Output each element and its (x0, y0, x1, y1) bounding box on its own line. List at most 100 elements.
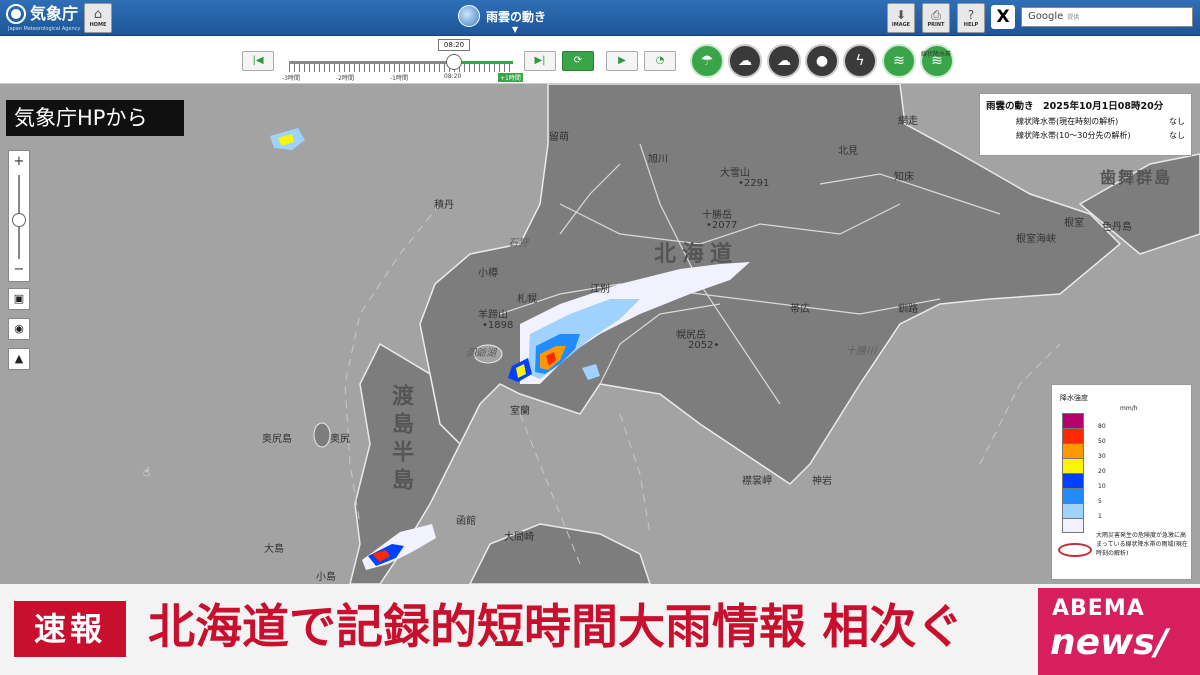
logo-text: 気象庁 (30, 4, 79, 23)
linear-band-label: 線状降水帯 (921, 51, 952, 58)
label-daisetsuzan-elev: •2291 (738, 178, 770, 189)
page-title-menu[interactable]: 雨雲の動き ▼ (458, 5, 547, 34)
legend-scale (1062, 413, 1084, 533)
label-ishikari: 石狩 (508, 238, 528, 249)
legend-value: 5 (1098, 498, 1102, 505)
home-icon: ⌂ (93, 7, 103, 22)
zoom-slider-handle[interactable] (12, 213, 26, 227)
legend-title: 降水強度 (1060, 394, 1088, 402)
legend-swatch (1062, 413, 1084, 428)
jma-logo[interactable]: 気象庁 (6, 4, 78, 24)
headline-text: 北海道で記録的短時間大雨情報 相次ぐ (148, 600, 964, 655)
weather-map[interactable]: 北海道 渡島半島 留萌 旭川 網走 北見 大雪山 •2291 十勝岳 •2077… (0, 84, 1200, 584)
site-header: 気象庁 Japan Meteorological Agency ⌂ HOME 雨… (0, 0, 1200, 36)
thunder-cloud-layer-button[interactable]: ☁ (728, 44, 762, 78)
breaking-badge: 速報 (14, 601, 126, 657)
map-style-button[interactable]: ▣ (8, 288, 30, 310)
map-canvas (270, 84, 1200, 584)
image-download-button[interactable]: ⬇ IMAGE (887, 3, 915, 33)
status-info-panel: 雨雲の動き 2025年10月1日08時20分 線状降水帯(現在時刻の解析) なし… (979, 93, 1192, 156)
label-horoshiridake-elev: 2052• (688, 340, 720, 351)
label-toyako: 洞爺湖 (466, 348, 496, 359)
time-slider-ticks (289, 64, 513, 72)
snow-cloud-layer-button[interactable]: ☁ (767, 44, 801, 78)
home-button[interactable]: ⌂ HOME (84, 3, 112, 33)
label-tokachigawa: 十勝川 (846, 346, 876, 357)
lightning-layer-button[interactable]: ϟ (843, 44, 877, 78)
tick-label: 08:20 (444, 73, 462, 80)
legend-swatch (1062, 503, 1084, 518)
tick-label-now: +1時間 (498, 73, 523, 82)
legend-value: 30 (1098, 453, 1106, 460)
news-ticker: 速報 北海道で記録的短時間大雨情報 相次ぐ (0, 584, 1200, 675)
label-tokachidake: 十勝岳 (702, 210, 732, 221)
legend-value: 1 (1098, 513, 1102, 520)
print-button[interactable]: ⎙ PRINT (922, 3, 950, 33)
legend-value: 50 (1098, 438, 1106, 445)
first-frame-button[interactable]: |◀ (242, 51, 274, 71)
label-habomai: 歯舞群島 (1100, 168, 1173, 187)
label-oshima-peninsula: 渡島半島 (388, 384, 413, 496)
label-nemuro-strait: 根室海峡 (1016, 234, 1056, 245)
zoom-in-button[interactable]: + (9, 153, 29, 171)
zoom-out-button[interactable]: − (9, 261, 29, 279)
label-tokachidake-elev: •2077 (706, 220, 738, 231)
label-kushiro: 釧路 (898, 304, 918, 315)
info-row-label: 線状降水帯(現在時刻の解析) (1016, 117, 1119, 126)
download-icon: ⬇ (895, 8, 907, 22)
legend-value: 20 (1098, 468, 1106, 475)
linear-band-ellipse-icon (1058, 543, 1092, 557)
google-search-input[interactable]: Google 提供 (1021, 7, 1193, 27)
label-otaru: 小樽 (478, 268, 498, 279)
help-icon: ? (967, 8, 975, 22)
home-label: HOME (89, 22, 107, 28)
info-row-label: 線状降水帯(10～30分先の解析) (1016, 131, 1131, 140)
label-rumoi: 留萌 (549, 132, 569, 143)
label-shiretoko: 知床 (894, 172, 914, 183)
tick-label: -2時間 (336, 75, 354, 82)
legend-swatch (1062, 488, 1084, 503)
abema-news-logo: ABEMA news/ (1038, 588, 1200, 675)
speed-button[interactable]: ◔ (644, 51, 676, 71)
source-caption: 気象庁HPから (6, 100, 184, 136)
info-row: 線状降水帯(現在時刻の解析) なし (986, 116, 1185, 127)
last-frame-button[interactable]: ▶| (524, 51, 556, 71)
time-slider-handle[interactable] (446, 54, 462, 70)
linear-band-layer-button[interactable]: ≋ (882, 44, 916, 78)
legend-swatch (1062, 443, 1084, 458)
precipitation-legend: 降水強度 mm/h 80 50 30 20 10 5 1 大雨災害発生の危険度が… (1051, 384, 1192, 580)
terrain-layer-button[interactable]: ▲ (8, 348, 30, 370)
zoom-control: + − (8, 150, 30, 282)
play-button[interactable]: ▶ (606, 51, 638, 71)
jma-logo-icon (6, 4, 26, 24)
x-share-button[interactable]: X (991, 5, 1015, 29)
label-erimo: 襟裳岬 (742, 476, 772, 487)
label-nemuro: 根室 (1064, 218, 1084, 229)
label-kamui: 神岩 (812, 476, 832, 487)
label-hakodate: 函館 (456, 516, 476, 527)
label-obihiro: 帯広 (790, 304, 810, 315)
honshu-tip (469, 523, 651, 584)
tick-label: -3時間 (282, 75, 300, 82)
chevron-down-icon: ▼ (512, 25, 519, 34)
label-oma: 大間崎 (504, 532, 534, 543)
print-label: PRINT (927, 22, 945, 28)
legend-value: 10 (1098, 483, 1106, 490)
help-label: HELP (963, 22, 979, 28)
info-title: 雨雲の動き 2025年10月1日08時20分 (986, 101, 1164, 112)
label-horoshiridake: 幌尻岳 (676, 330, 706, 341)
refresh-button[interactable]: ⟳ (562, 51, 594, 71)
help-button[interactable]: ? HELP (957, 3, 985, 33)
label-daisetsuzan: 大雪山 (720, 168, 750, 179)
label-hokkaido: 北海道 (654, 242, 739, 267)
current-time-tooltip: 08:20 (438, 39, 470, 51)
water-layer-button[interactable]: ◉ (8, 318, 30, 340)
page-title: 雨雲の動き (486, 9, 547, 24)
globe-icon (458, 5, 480, 27)
label-abashiri: 網走 (898, 116, 918, 127)
label-asahikawa: 旭川 (648, 154, 668, 165)
okushiri-island (313, 422, 331, 448)
rain-cloud-layer-button[interactable]: ☂ (690, 44, 724, 78)
rain-drop-layer-button[interactable]: ● (805, 44, 839, 78)
info-row: 線状降水帯(10～30分先の解析) なし (986, 130, 1185, 141)
